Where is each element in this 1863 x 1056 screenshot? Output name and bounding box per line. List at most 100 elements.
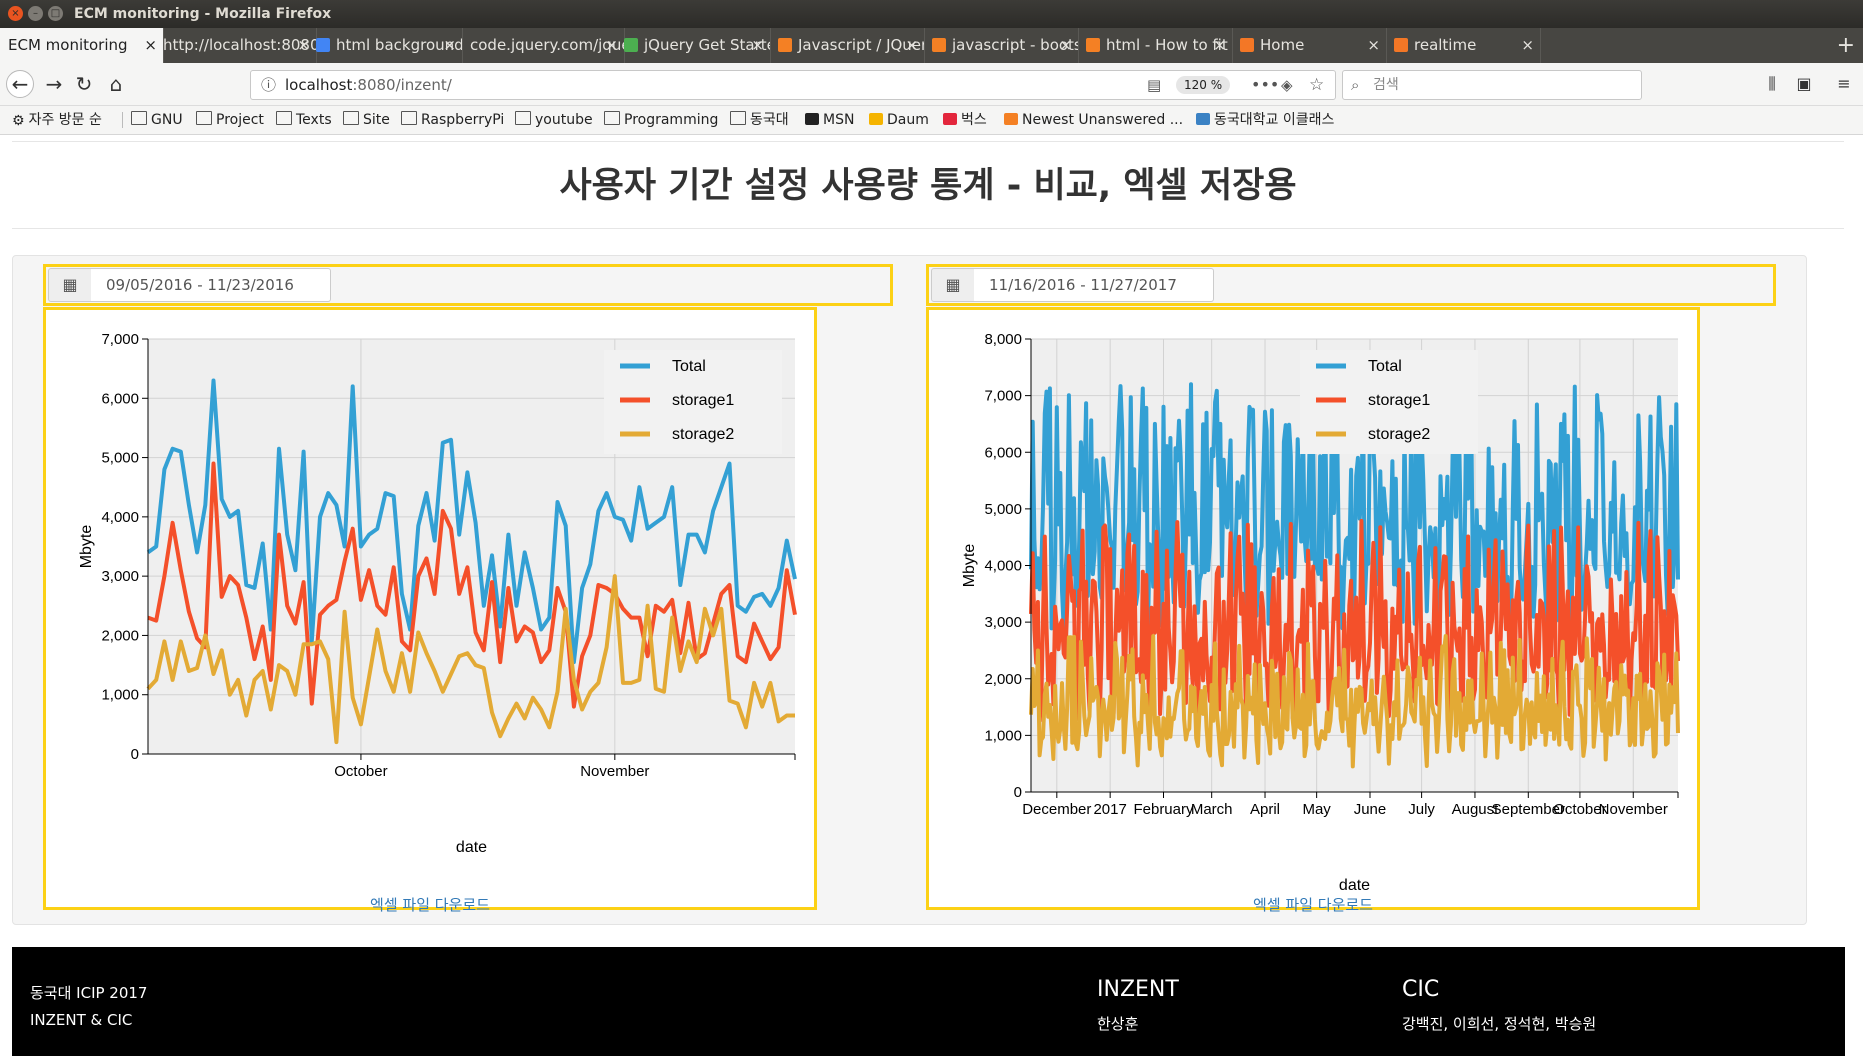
x-tick-label: April [1250,801,1280,818]
reload-button[interactable]: ↻ [70,70,98,98]
tab-1[interactable]: ECM monitoring × [0,28,164,63]
footer-inzent-members: 한상훈 [1097,1015,1139,1033]
right-excel-download-link[interactable]: 엑셀 파일 다운로드 [929,894,1697,915]
y-tick-label: 1,000 [101,687,139,704]
stackoverflow-icon [778,38,792,52]
stackoverflow-icon [1004,113,1018,125]
tab-7[interactable]: javascript - bootst × [924,28,1079,63]
navigation-toolbar: ← → ↻ ⌂ ⓘ localhost:8080/inzent/ ▤ 120 %… [0,63,1863,106]
tab-8[interactable]: html - How to fit t × [1078,28,1233,63]
y-tick-label: 1,000 [984,727,1022,744]
tab-label: http://localhost:8080 [163,36,317,54]
calendar-icon[interactable]: ▦ [931,268,975,302]
y-tick-label: 0 [131,746,139,763]
close-tab-icon[interactable]: × [1367,28,1380,63]
url-bar[interactable]: ⓘ localhost:8080/inzent/ ▤ 120 % ••• ◈ ☆ [250,70,1336,100]
charts-panel: ▦ 09/05/2016 - 11/23/2016 ▦ 11/16/2016 -… [12,255,1807,925]
tab-10[interactable]: realtime × [1386,28,1541,63]
calendar-icon[interactable]: ▦ [48,268,92,302]
close-tab-icon[interactable]: × [751,28,764,63]
bookmark-item[interactable]: Site [343,106,390,134]
close-tab-icon[interactable]: × [1059,28,1072,63]
footer: 동국대 ICIP 2017 INZENT & CIC INZENT 한상훈 CI… [12,947,1845,1056]
x-tick-label: December [1022,801,1091,818]
close-tab-icon[interactable]: × [1213,28,1226,63]
pocket-icon[interactable]: ◈ [1281,71,1293,99]
page-actions-icon[interactable]: ••• [1251,71,1279,99]
bookmark-label: 벅스 [961,112,987,128]
tab-3[interactable]: html background × [308,28,463,63]
tab-strip: + ECM monitoring × http://localhost:8080 × h… [0,28,1863,63]
sidebar-icon[interactable]: ▣ [1790,70,1818,98]
jupyter-icon [1240,38,1254,52]
y-tick-label: 8,000 [984,331,1022,348]
right-chart-container: 0 1,000 2,000 3,000 4,000 5,000 6,000 7,000 8,00… [926,307,1700,914]
close-tab-icon[interactable]: × [443,28,456,63]
footer-inzent-title: INZENT [1097,977,1179,1002]
tab-2[interactable]: http://localhost:8080 × [155,28,317,63]
tab-9[interactable]: Home × [1232,28,1387,63]
url-text[interactable]: localhost:8080/inzent/ [285,71,452,99]
footer-cic-title: CIC [1402,977,1440,1002]
x-tick-label: June [1354,801,1387,818]
footer-line-1: 동국대 ICIP 2017 [30,984,148,1002]
bookmark-item[interactable]: Texts [276,106,332,134]
bookmark-item[interactable]: Programming [604,106,718,134]
bookmark-label: 자주 방문 순 [28,112,102,128]
window-close-button[interactable]: × [8,6,23,21]
window-maximize-button[interactable]: □ [48,6,63,21]
bookmark-item[interactable]: GNU [131,106,183,134]
close-tab-icon[interactable]: × [905,28,918,63]
library-icon[interactable]: ⫼ [1758,70,1786,98]
bookmark-item[interactable]: 벅스 [943,106,987,134]
search-bar[interactable]: ⌕ 검색 [1342,70,1642,100]
reader-view-icon[interactable]: ▤ [1147,71,1161,99]
bookmark-label: Newest Unanswered ... [1022,112,1184,128]
window-titlebar: × – □ ECM monitoring - Mozilla Firefox [0,0,1863,28]
gear-icon: ⚙ [12,113,25,129]
left-excel-download-link[interactable]: 엑셀 파일 다운로드 [46,894,814,915]
bookmark-item[interactable]: youtube [515,106,593,134]
jupyter-icon [1394,38,1408,52]
close-tab-icon[interactable]: × [1521,28,1534,63]
bookmark-label: youtube [535,112,593,128]
x-tick-label: November [1599,801,1668,818]
folder-icon [515,111,531,125]
tab-6[interactable]: Javascript / JQuer × [770,28,925,63]
menu-icon[interactable]: ≡ [1830,70,1858,98]
bookmark-star-icon[interactable]: ☆ [1309,71,1324,99]
stackoverflow-icon [1086,38,1100,52]
forward-button[interactable]: → [40,70,68,98]
window-title: ECM monitoring - Mozilla Firefox [74,6,332,22]
bookmark-item[interactable]: Newest Unanswered ... [1004,106,1183,134]
back-button[interactable]: ← [6,70,34,98]
bookmark-item[interactable]: ⚙ 자주 방문 순 [12,106,102,135]
folder-icon [730,111,746,125]
right-usage-line-chart: 0 1,000 2,000 3,000 4,000 5,000 6,000 7,000 8,00… [961,331,1680,894]
bookmark-label: MSN [823,112,855,128]
bookmark-item[interactable]: 동국대 [730,106,789,134]
search-icon: ⌕ [1351,76,1360,94]
bookmark-item[interactable]: Daum [869,106,929,134]
tab-4[interactable]: code.jquery.com/jque × [462,28,625,63]
bookmark-label: Programming [624,112,719,128]
window-minimize-button[interactable]: – [28,6,43,21]
zoom-level-badge[interactable]: 120 % [1176,76,1231,94]
bookmark-item[interactable]: RaspberryPi [401,106,504,134]
info-icon[interactable]: ⓘ [261,71,276,99]
tab-label: Home [1260,36,1305,54]
right-date-range-input[interactable]: 11/16/2016 - 11/27/2017 [974,268,1214,302]
y-tick-label: 7,000 [101,331,139,348]
bookmarks-toolbar: ⚙ 자주 방문 순 GNU Project Texts Site RaspberryPi yo… [0,106,1863,135]
bookmark-item[interactable]: MSN [805,106,854,134]
bookmark-label: RaspberryPi [421,112,505,128]
tab-5[interactable]: jQuery Get Started× [616,28,771,63]
left-date-range-input[interactable]: 09/05/2016 - 11/23/2016 [91,268,331,302]
bookmark-item[interactable]: 동국대학교 이클래스 [1196,106,1334,134]
bookmark-item[interactable]: Project [196,106,264,134]
home-button[interactable]: ⌂ [102,70,130,98]
new-tab-button[interactable]: + [1837,28,1855,63]
folder-icon [604,111,620,125]
tab-label: realtime [1414,36,1477,54]
x-tick-label: July [1408,801,1435,818]
